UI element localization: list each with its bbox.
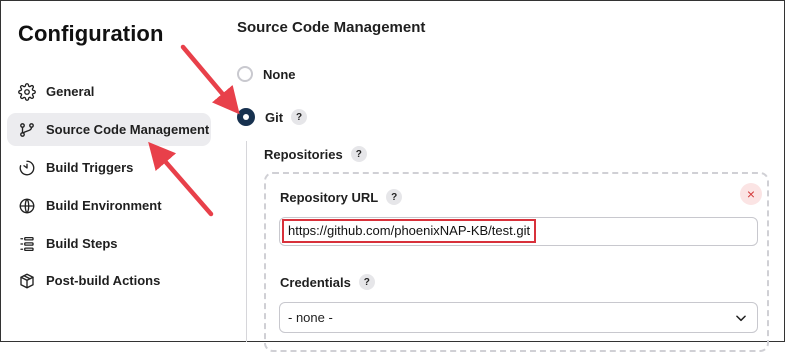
sidebar-item-post-build-actions[interactable]: Post-build Actions [7,264,211,297]
credentials-select[interactable]: - none - [279,302,758,333]
chevron-down-icon [734,311,748,328]
repository-url-heading: Repository URL ? [280,189,403,205]
sidebar-item-build-environment[interactable]: Build Environment [7,189,211,222]
globe-icon [18,197,36,215]
sidebar-item-label: Build Triggers [46,160,134,175]
sidebar-item-label: General [46,84,95,99]
section-title: Source Code Management [237,19,426,36]
radio-label-git: Git [265,109,284,125]
credentials-selected-value: - none - [288,310,333,325]
scm-option-git[interactable]: Git ? [237,108,308,126]
sidebar-item-label: Build Steps [46,236,118,251]
sidebar-item-build-triggers[interactable]: Build Triggers [7,151,211,184]
repositories-heading: Repositories ? [264,146,367,162]
sidebar-item-label: Source Code Management [46,122,210,137]
radio-git[interactable] [237,108,255,126]
git-branch-icon [18,121,36,139]
list-icon [18,235,36,253]
gear-icon [18,82,36,101]
timer-icon [18,159,36,177]
page-title: Configuration [18,21,164,46]
credentials-help-icon[interactable]: ? [358,274,375,290]
radio-label-none: None [263,66,296,82]
package-icon [18,272,36,290]
credentials-label: Credentials [280,274,351,290]
section-divider [246,141,247,342]
radio-none[interactable] [237,66,253,82]
repositories-help-icon[interactable]: ? [350,146,367,162]
sidebar-item-label: Post-build Actions [46,273,161,288]
sidebar-item-source-code-management[interactable]: Source Code Management [7,113,211,146]
repository-url-label: Repository URL [280,189,379,205]
repository-url-value[interactable]: https://github.com/phoenixNAP-KB/test.gi… [282,219,537,243]
scm-option-none[interactable]: None [237,66,296,82]
credentials-heading: Credentials ? [280,274,375,290]
git-help-icon[interactable]: ? [291,109,308,125]
sidebar-item-build-steps[interactable]: Build Steps [7,227,211,260]
repositories-label: Repositories [264,146,343,162]
sidebar-item-label: Build Environment [46,198,162,213]
sidebar-item-general[interactable]: General [7,75,211,108]
repository-url-help-icon[interactable]: ? [386,189,403,205]
remove-repository-button[interactable]: × [740,183,762,205]
